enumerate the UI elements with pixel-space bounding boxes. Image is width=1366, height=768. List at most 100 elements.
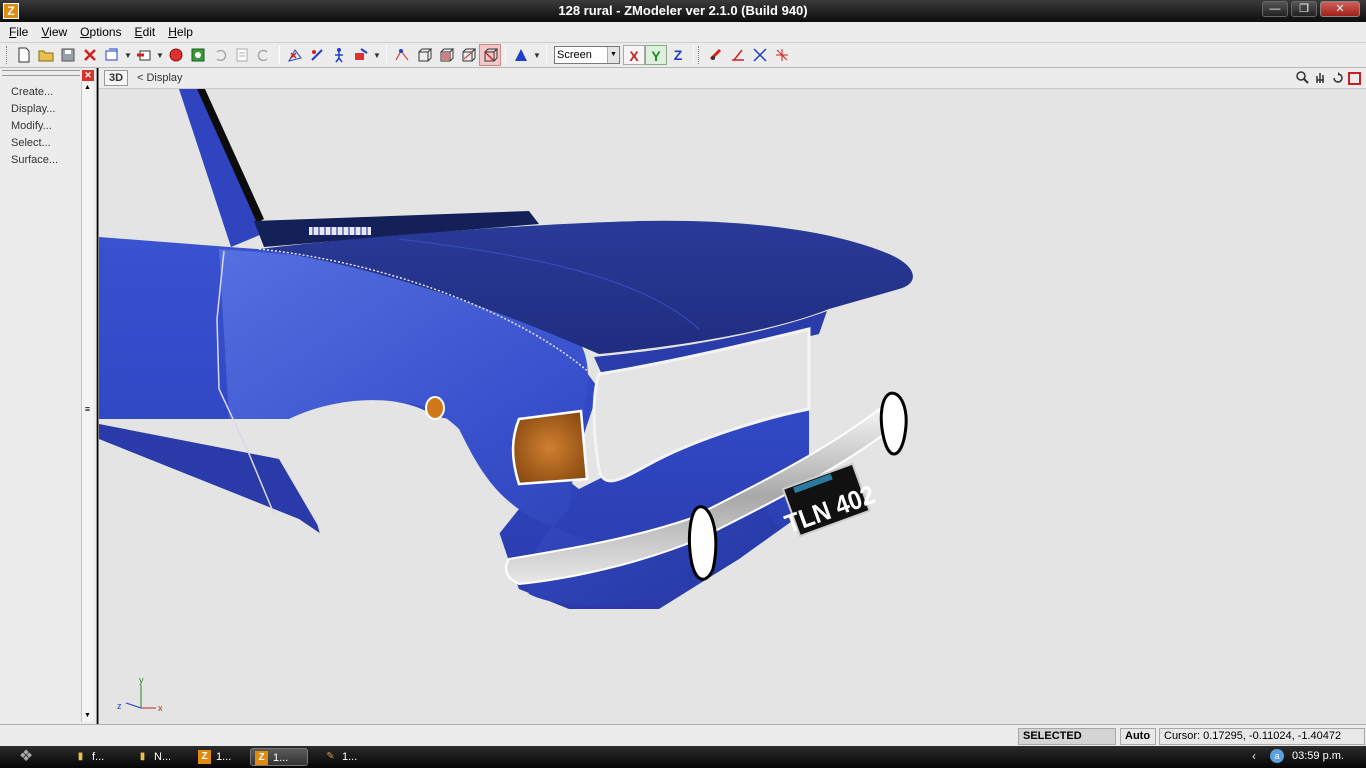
viewport-tools <box>1294 70 1361 86</box>
command-surface[interactable]: Surface... <box>11 153 58 170</box>
system-tray: ‹ a 03:59 p.m. <box>1246 746 1366 768</box>
surface-mode-icon[interactable] <box>457 44 479 66</box>
scene-canvas[interactable]: TLN 402 y z x <box>99 89 1366 724</box>
scroll-down-icon[interactable]: ▼ <box>82 710 93 722</box>
panel-scrollbar[interactable]: ▲ ≡ ▼ <box>81 82 93 722</box>
status-bar: SELECTED MODE Auto Cursor: 0.17295, -0.1… <box>0 724 1366 757</box>
scroll-up-icon[interactable]: ▲ <box>82 82 93 94</box>
export-dropdown-icon[interactable]: ▼ <box>155 44 165 66</box>
axis-gizmo: y z x <box>117 675 163 713</box>
menu-help[interactable]: Help <box>163 25 201 39</box>
window-title: 128 rural - ZModeler ver 2.1.0 (Build 94… <box>558 3 808 18</box>
car-lower-skirt <box>99 424 324 536</box>
car-model[interactable]: TLN 402 <box>99 89 913 609</box>
coordinate-system-select[interactable]: Screen ▼ <box>554 46 620 64</box>
car-turn-signal <box>511 409 589 486</box>
scroll-thumb[interactable]: ≡ <box>83 404 92 416</box>
status-mode[interactable]: SELECTED MODE <box>1018 728 1116 757</box>
command-select[interactable]: Select... <box>11 136 58 153</box>
toolbar-separator <box>386 46 387 64</box>
car-side-marker-light <box>425 396 445 420</box>
face-mode-icon[interactable] <box>435 44 457 66</box>
redo-icon[interactable] <box>253 44 275 66</box>
pivot-dropdown-icon[interactable]: ▼ <box>532 44 542 66</box>
command-display[interactable]: Display... <box>11 102 58 119</box>
gizmo-x-label: x <box>158 703 163 713</box>
zmodeler-icon: Z <box>255 751 268 765</box>
menu-edit[interactable]: Edit <box>130 25 164 39</box>
move-icon[interactable] <box>328 44 350 66</box>
selected-mode-icon[interactable] <box>479 44 501 66</box>
minimize-icon[interactable]: — <box>1262 1 1288 17</box>
toolbar-separator <box>693 46 694 64</box>
taskbar-item[interactable]: ▮ f... <box>70 748 128 766</box>
start-button[interactable]: ❖ <box>12 747 40 767</box>
axis-lock-z-icon[interactable] <box>771 44 793 66</box>
gizmo-y-label: y <box>139 675 144 685</box>
network-icon[interactable]: a <box>1270 749 1284 763</box>
import-icon[interactable] <box>101 44 123 66</box>
open-file-icon[interactable] <box>35 44 57 66</box>
taskbar-item[interactable]: Z 1... <box>194 748 252 766</box>
maximize-viewport-icon[interactable] <box>1348 72 1361 85</box>
save-icon[interactable] <box>57 44 79 66</box>
vertex-mode-icon[interactable] <box>391 44 413 66</box>
car-bumper-overrider-right <box>879 391 908 456</box>
select-vertex-icon[interactable] <box>284 44 306 66</box>
close-panel-icon[interactable]: ✕ <box>82 70 94 81</box>
folder-icon: ▮ <box>139 751 146 762</box>
render-icon[interactable] <box>165 44 187 66</box>
taskbar-item-label: 1... <box>216 751 232 763</box>
chevron-down-icon[interactable]: ▼ <box>607 47 619 63</box>
viewport-breadcrumb[interactable]: < Display <box>137 72 183 84</box>
new-file-icon[interactable] <box>13 44 35 66</box>
delete-icon[interactable] <box>79 44 101 66</box>
axis-z-toggle[interactable]: Z <box>667 45 689 65</box>
viewport-3d[interactable]: 3D < Display TLN 402 y z x <box>98 68 1366 724</box>
tray-expand-icon[interactable]: ‹ <box>1252 749 1256 763</box>
taskbar-item[interactable]: ▮ N... <box>132 748 190 766</box>
toolbar-grip[interactable] <box>6 46 9 64</box>
restore-icon[interactable]: ❐ <box>1291 1 1317 17</box>
transform-icon[interactable] <box>350 44 372 66</box>
object-mode-icon[interactable] <box>413 44 435 66</box>
command-modify[interactable]: Modify... <box>11 119 58 136</box>
menu-options[interactable]: Options <box>75 25 129 39</box>
axis-lock-y-icon[interactable] <box>749 44 771 66</box>
select-edge-icon[interactable] <box>306 44 328 66</box>
axis-x-toggle[interactable]: X <box>623 45 645 65</box>
menu-file[interactable]: File <box>4 25 36 39</box>
pan-icon[interactable] <box>1312 70 1328 86</box>
taskbar-item-label: f... <box>92 751 105 763</box>
axis-lock-x-icon[interactable] <box>727 44 749 66</box>
taskbar-item[interactable]: ✎ 1... <box>320 748 378 766</box>
toolbar-grip[interactable] <box>698 46 701 64</box>
car-cowl-vent <box>309 227 371 235</box>
gizmo-z-axis <box>125 702 142 709</box>
pivot-icon[interactable] <box>510 44 532 66</box>
taskbar-item-active[interactable]: Z 1... <box>250 748 308 766</box>
view-mode-button[interactable]: 3D <box>104 70 128 86</box>
transform-dropdown-icon[interactable]: ▼ <box>372 44 382 66</box>
import-dropdown-icon[interactable]: ▼ <box>123 44 133 66</box>
axis-y-toggle[interactable]: Y <box>645 45 667 65</box>
toolbar-separator <box>505 46 506 64</box>
taskbar-item-label: N... <box>154 751 172 763</box>
close-icon[interactable]: ✕ <box>1320 1 1360 17</box>
command-panel: ✕ Create... Display... Modify... Select.… <box>0 68 97 724</box>
history-icon[interactable] <box>231 44 253 66</box>
clock[interactable]: 03:59 p.m. <box>1292 750 1344 762</box>
command-create[interactable]: Create... <box>11 85 58 102</box>
menu-view[interactable]: View <box>36 25 75 39</box>
panel-header-grip[interactable] <box>2 70 80 76</box>
material-editor-icon[interactable] <box>187 44 209 66</box>
undo-icon[interactable] <box>209 44 231 66</box>
rotate-icon[interactable] <box>1330 70 1346 86</box>
gizmo-z-label: z <box>117 701 122 711</box>
toolbar-separator <box>546 46 547 64</box>
snap-icon[interactable] <box>705 44 727 66</box>
taskbar-item-label: 1... <box>273 752 289 764</box>
export-icon[interactable] <box>133 44 155 66</box>
zoom-icon[interactable] <box>1294 70 1310 86</box>
status-auto[interactable]: Auto <box>1120 728 1156 745</box>
